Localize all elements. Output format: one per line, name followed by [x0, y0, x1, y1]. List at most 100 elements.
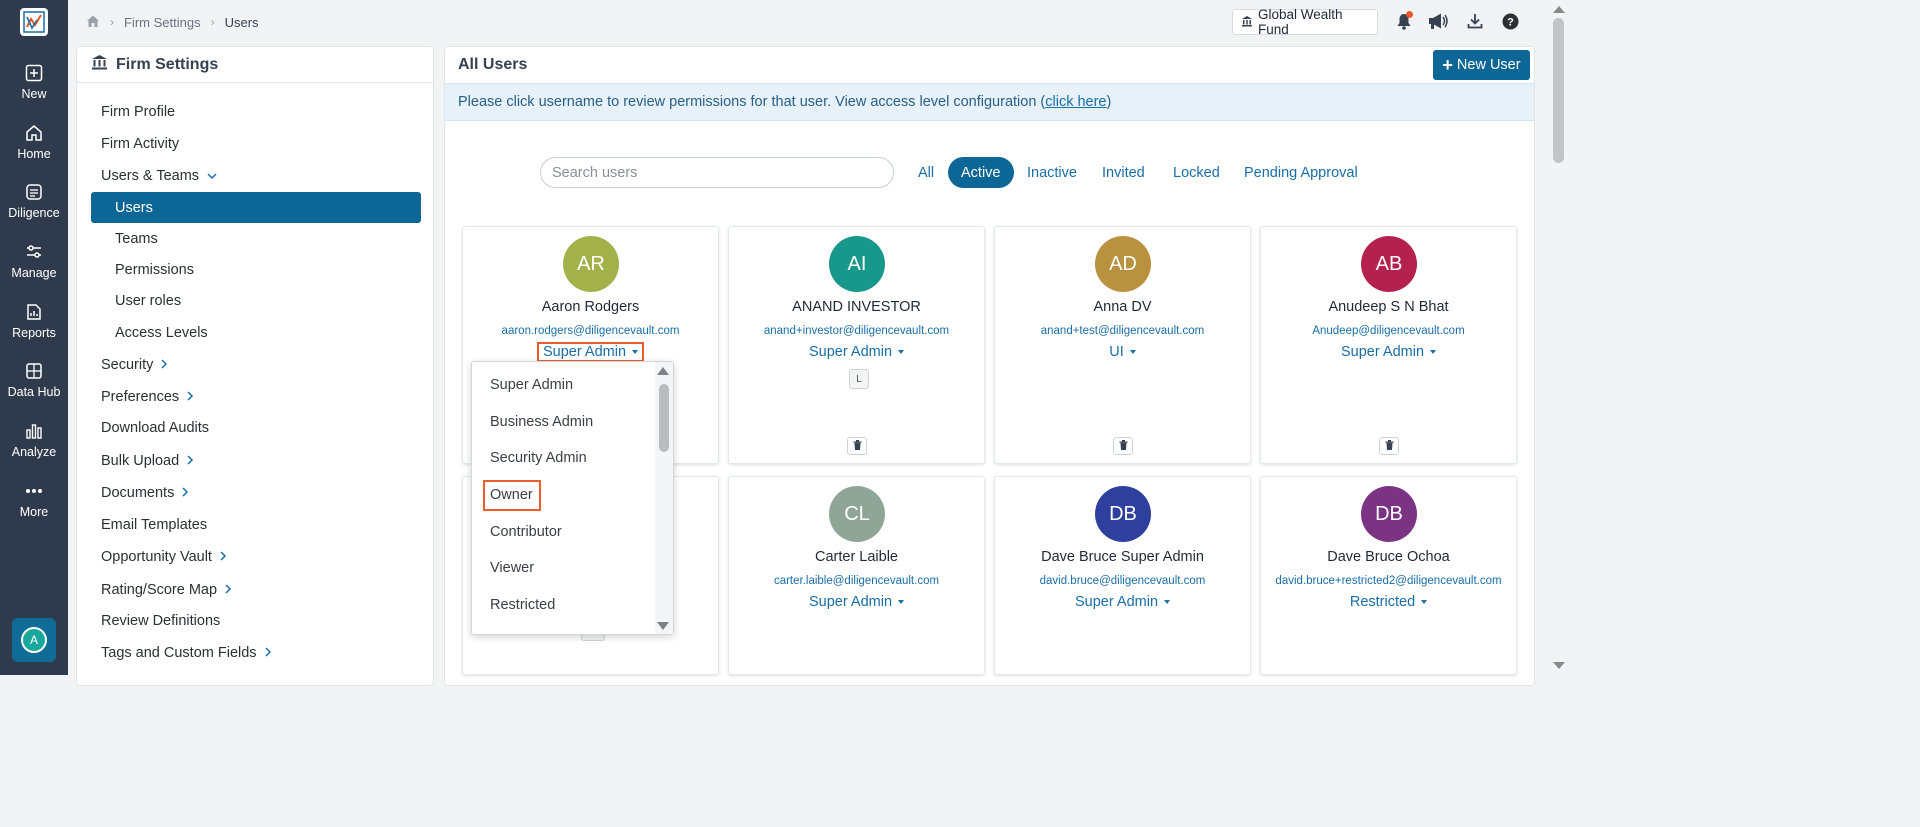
role-dropdown[interactable]: Super Admin	[805, 592, 908, 612]
user-card: CL Carter Laible carter.laible@diligence…	[728, 476, 985, 675]
chevron-right-icon	[161, 357, 168, 373]
click-here-link[interactable]: click here	[1045, 94, 1106, 110]
rail-more[interactable]: More	[0, 481, 68, 537]
nav-email-templates[interactable]: Email Templates	[101, 517, 207, 533]
scroll-up-arrow-icon[interactable]	[657, 367, 669, 375]
filter-pending-approval[interactable]: Pending Approval	[1231, 157, 1371, 188]
filter-inactive[interactable]: Inactive	[1014, 157, 1090, 188]
delete-user-button[interactable]	[847, 437, 867, 455]
user-card: DB Dave Bruce Super Admin david.bruce@di…	[994, 476, 1251, 675]
role-dropdown[interactable]: Super Admin	[1337, 342, 1440, 362]
role-dropdown[interactable]: Super Admin	[1071, 592, 1174, 612]
chevron-down-icon	[207, 168, 217, 184]
nav-label: Rating/Score Map	[101, 582, 218, 598]
dropdown-scrollbar-thumb[interactable]	[659, 384, 669, 452]
nav-bulk-upload[interactable]: Bulk Upload	[101, 453, 194, 469]
breadcrumb: › Firm Settings › Users	[86, 12, 259, 32]
user-name[interactable]: Anna DV	[995, 299, 1250, 315]
user-name[interactable]: Anudeep S N Bhat	[1261, 299, 1516, 315]
user-name[interactable]: Dave Bruce Super Admin	[995, 549, 1250, 565]
role-option-viewer[interactable]: Viewer	[490, 560, 534, 576]
user-name[interactable]: Dave Bruce Ochoa	[1261, 549, 1516, 565]
nav-download-audits[interactable]: Download Audits	[101, 420, 209, 436]
nav-user-roles[interactable]: User roles	[115, 293, 181, 309]
fund-selector[interactable]: Global Wealth Fund	[1232, 7, 1378, 37]
role-option-super-admin[interactable]: Super Admin	[490, 377, 573, 393]
user-email: anand+investor@diligencevault.com	[763, 325, 950, 337]
rail-diligence[interactable]: Diligence	[0, 182, 68, 238]
scroll-up-arrow-icon[interactable]	[1553, 6, 1565, 13]
user-avatar: DB	[1095, 486, 1151, 542]
nav-rating-score-map[interactable]: Rating/Score Map	[101, 582, 232, 598]
role-wrap: Super Admin	[729, 342, 984, 362]
caret-down-icon	[1430, 350, 1437, 354]
filter-invited[interactable]: Invited	[1089, 157, 1158, 188]
nav-label: Tags and Custom Fields	[101, 645, 257, 661]
nav-documents[interactable]: Documents	[101, 485, 189, 501]
breadcrumb-item[interactable]: Firm Settings	[124, 15, 201, 30]
chevron-right-icon	[187, 389, 194, 405]
more-dots-icon	[24, 481, 44, 501]
delete-user-button[interactable]	[1379, 437, 1399, 455]
rail-reports[interactable]: Reports	[0, 302, 68, 358]
rail-label: Reports	[12, 326, 56, 340]
role-dropdown[interactable]: UI	[1105, 342, 1140, 362]
delete-user-button[interactable]	[1113, 437, 1133, 455]
user-card: AI ANAND INVESTOR anand+investor@diligen…	[728, 226, 985, 464]
nav-users-teams[interactable]: Users & Teams	[101, 168, 217, 184]
filter-all[interactable]: All	[905, 157, 947, 188]
user-name[interactable]: ANAND INVESTOR	[729, 299, 984, 315]
page-scrollbar[interactable]	[1550, 0, 1568, 675]
nav-firm-profile[interactable]: Firm Profile	[101, 104, 175, 120]
search-input[interactable]	[540, 157, 894, 188]
role-option-owner[interactable]: Owner	[490, 487, 533, 503]
scroll-down-arrow-icon[interactable]	[657, 622, 669, 630]
nav-opportunity-vault[interactable]: Opportunity Vault	[101, 549, 227, 565]
nav-review-definitions[interactable]: Review Definitions	[101, 613, 220, 629]
filter-active[interactable]: Active	[948, 157, 1014, 188]
nav-users[interactable]: Users	[91, 192, 421, 223]
role-dropdown[interactable]: Super Admin	[805, 342, 908, 362]
user-name[interactable]: Aaron Rodgers	[463, 299, 718, 315]
new-user-button[interactable]: + New User	[1433, 50, 1530, 80]
role-dropdown[interactable]: Restricted	[1346, 592, 1431, 612]
bell-icon[interactable]	[1394, 11, 1414, 31]
user-avatar: AB	[1361, 236, 1417, 292]
megaphone-icon[interactable]	[1426, 11, 1450, 31]
user-avatar[interactable]: A	[12, 618, 56, 662]
user-name[interactable]: Carter Laible	[729, 549, 984, 565]
rail-manage[interactable]: Manage	[0, 242, 68, 298]
info-text: Please click username to review permissi…	[458, 94, 1046, 110]
role-option-restricted[interactable]: Restricted	[490, 597, 555, 613]
app-logo[interactable]	[20, 8, 48, 36]
page-scrollbar-thumb[interactable]	[1553, 18, 1564, 163]
nav-firm-activity[interactable]: Firm Activity	[101, 136, 179, 152]
nav-preferences[interactable]: Preferences	[101, 389, 194, 405]
rail-data-hub[interactable]: Data Hub	[0, 361, 68, 417]
download-icon[interactable]	[1465, 11, 1485, 31]
rail-analyze[interactable]: Analyze	[0, 421, 68, 477]
home-icon[interactable]	[86, 14, 100, 31]
nav-security[interactable]: Security	[101, 357, 168, 373]
nav-access-levels[interactable]: Access Levels	[115, 325, 208, 341]
home-icon	[24, 123, 44, 143]
caret-down-icon	[1421, 600, 1428, 604]
rail-label: Data Hub	[7, 385, 61, 399]
new-user-label: New User	[1456, 57, 1521, 73]
role-option-security-admin[interactable]: Security Admin	[490, 450, 587, 466]
help-icon[interactable]: ?	[1500, 11, 1520, 31]
nav-label: User roles	[115, 293, 182, 309]
role-dropdown[interactable]: Super Admin	[536, 342, 645, 362]
nav-label: Firm Profile	[101, 104, 176, 120]
filter-locked[interactable]: Locked	[1160, 157, 1233, 188]
nav-teams[interactable]: Teams	[115, 231, 158, 247]
role-option-contributor[interactable]: Contributor	[490, 524, 562, 540]
trash-icon	[1119, 437, 1128, 455]
nav-permissions[interactable]: Permissions	[115, 262, 194, 278]
nav-tags-custom-fields[interactable]: Tags and Custom Fields	[101, 645, 272, 661]
user-avatar: DB	[1361, 486, 1417, 542]
rail-new[interactable]: New	[0, 63, 68, 119]
scroll-down-arrow-icon[interactable]	[1553, 662, 1565, 669]
rail-home[interactable]: Home	[0, 123, 68, 179]
role-option-business-admin[interactable]: Business Admin	[490, 414, 593, 430]
